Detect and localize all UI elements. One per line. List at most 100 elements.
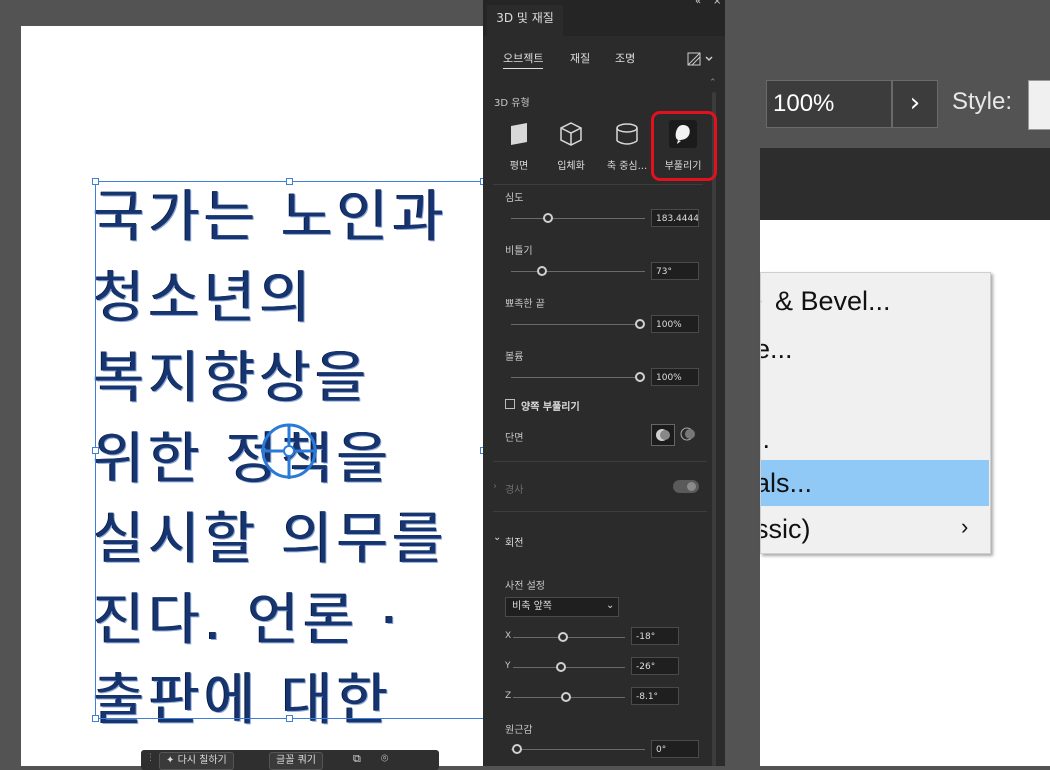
toggle-knob [687,482,696,491]
taper-field[interactable]: 100% [651,315,699,333]
type-plane-button[interactable]: 평면 [493,112,545,182]
menu-item-revolve[interactable]: e... [761,326,989,372]
divider [493,184,703,185]
bevel-label: 경사 [505,485,524,496]
3d-type-label: 3D 유형 [494,98,530,109]
bullet-icon: • [761,278,762,324]
artwork-line: 출판에 대한 [93,668,393,733]
menu-item-rotate[interactable]: . [761,372,989,418]
twist-label: 비틀기 [505,246,533,257]
inflate-both-label: 양쪽 부풀리기 [521,402,580,413]
style-swatch[interactable] [1028,80,1050,130]
rotation-label: 회전 [505,538,524,549]
extrude-icon [560,122,582,146]
drag-grip-icon[interactable]: ⋮ [146,753,155,763]
menu-item-inflate[interactable]: .. [761,416,989,462]
x-label: X [505,631,512,641]
cap-off-button[interactable] [677,424,701,446]
z-field[interactable]: -8.1° [631,687,679,705]
resize-handle[interactable] [92,715,99,722]
menu-item-extrude-bevel[interactable]: • & Bevel... [761,278,989,324]
perspective-field[interactable]: 0° [651,740,699,758]
render-options-icon[interactable] [687,52,715,66]
zoom-field[interactable]: 100% [766,80,892,128]
cap-on-icon [656,429,670,441]
artwork-line: 실시할 의무를 [93,507,448,572]
copy-icon[interactable]: ⧉ [353,752,361,766]
cap-on-button[interactable] [651,424,675,446]
preset-label: 사전 설정 [505,581,545,592]
panel-tab[interactable]: 3D 및 재질 [487,5,563,36]
chevron-right-icon[interactable]: › [892,80,938,128]
twist-field[interactable]: 73° [651,262,699,280]
highlight-annotation [651,111,717,181]
x-slider-knob[interactable] [558,632,568,642]
plane-icon [511,123,527,145]
menu-item-classic[interactable]: ssic) › [761,506,989,552]
tab-material[interactable]: 재질 [570,50,590,66]
document-tab-bar [760,148,1050,220]
depth-slider-knob[interactable] [543,213,553,223]
depth-field[interactable]: 183.4444 [651,209,699,227]
artwork-line: 국가는 노인과 [93,185,448,250]
tab-lighting[interactable]: 조명 [615,50,635,66]
font-button[interactable]: 글꼴 쿼기 [269,752,323,770]
scroll-up-icon[interactable]: ⌃ [709,78,717,88]
menu-item-materials[interactable]: als... [761,460,989,506]
artwork-line: 청소년의 [93,265,316,331]
depth-slider[interactable] [511,218,645,219]
volume-slider-knob[interactable] [635,372,645,382]
collapse-icon[interactable]: « [695,0,701,7]
chevron-down-icon[interactable]: ⌄ [493,532,501,543]
type-extrude-button[interactable]: 입체화 [545,112,597,182]
depth-label: 심도 [505,193,524,204]
y-slider-knob[interactable] [556,662,566,672]
cap-off-icon [680,427,695,441]
cap-label: 단면 [505,433,524,444]
resize-handle[interactable] [92,178,99,185]
volume-field[interactable]: 100% [651,368,699,386]
y-slider[interactable] [513,667,625,668]
resize-handle[interactable] [286,715,293,722]
close-icon[interactable]: × [713,0,721,7]
scrollbar-thumb[interactable] [712,92,716,766]
y-field[interactable]: -26° [631,657,679,675]
3d-materials-panel: « × 3D 및 재질 오브젝트 재질 조명 ⌃ 3D 유형 평면 입체화 축 … [483,0,725,766]
preset-select[interactable]: 비축 앞쪽 ⌄ [505,597,619,617]
artwork-line: 진다. 언론 · [93,587,403,653]
z-slider-knob[interactable] [561,692,571,702]
perspective-slider-knob[interactable] [512,744,522,754]
style-label: Style: [952,88,1013,115]
perspective-label: 원근감 [505,725,533,736]
chevron-right-icon: › [961,514,969,539]
perspective-slider[interactable] [511,749,645,750]
bevel-toggle[interactable] [673,480,699,493]
y-label: Y [505,661,511,671]
divider [493,461,707,462]
resize-handle[interactable] [286,178,293,185]
artwork-line: 복지향상을 [93,346,371,411]
volume-slider[interactable] [511,377,645,378]
twist-slider-knob[interactable] [537,266,547,276]
recolor-button[interactable]: ✦ 다시 칠하기 [159,752,234,770]
z-label: Z [505,691,512,701]
taper-slider-knob[interactable] [635,319,645,329]
x-slider[interactable] [513,637,625,638]
3d-rotate-widget-icon[interactable] [259,421,319,481]
taper-label: 뾰족한 끝 [505,299,545,310]
divider [493,511,707,512]
twist-slider[interactable] [511,271,645,272]
taper-slider[interactable] [511,324,645,325]
volume-label: 볼륨 [505,352,524,363]
type-revolve-button[interactable]: 축 중심... [601,112,653,182]
inflate-both-checkbox[interactable] [505,399,515,409]
effect-3d-menu: • & Bevel... e... . .. als... ssic) › [760,272,991,554]
lock-icon[interactable]: ⌾ [381,751,388,766]
chevron-right-icon[interactable]: › [493,481,497,492]
sparkle-icon: ✦ [166,755,178,766]
x-field[interactable]: -18° [631,627,679,645]
chevron-down-icon: ⌄ [606,600,615,611]
tab-object[interactable]: 오브젝트 [503,50,544,69]
revolve-icon [616,123,638,145]
resize-handle[interactable] [92,447,99,454]
